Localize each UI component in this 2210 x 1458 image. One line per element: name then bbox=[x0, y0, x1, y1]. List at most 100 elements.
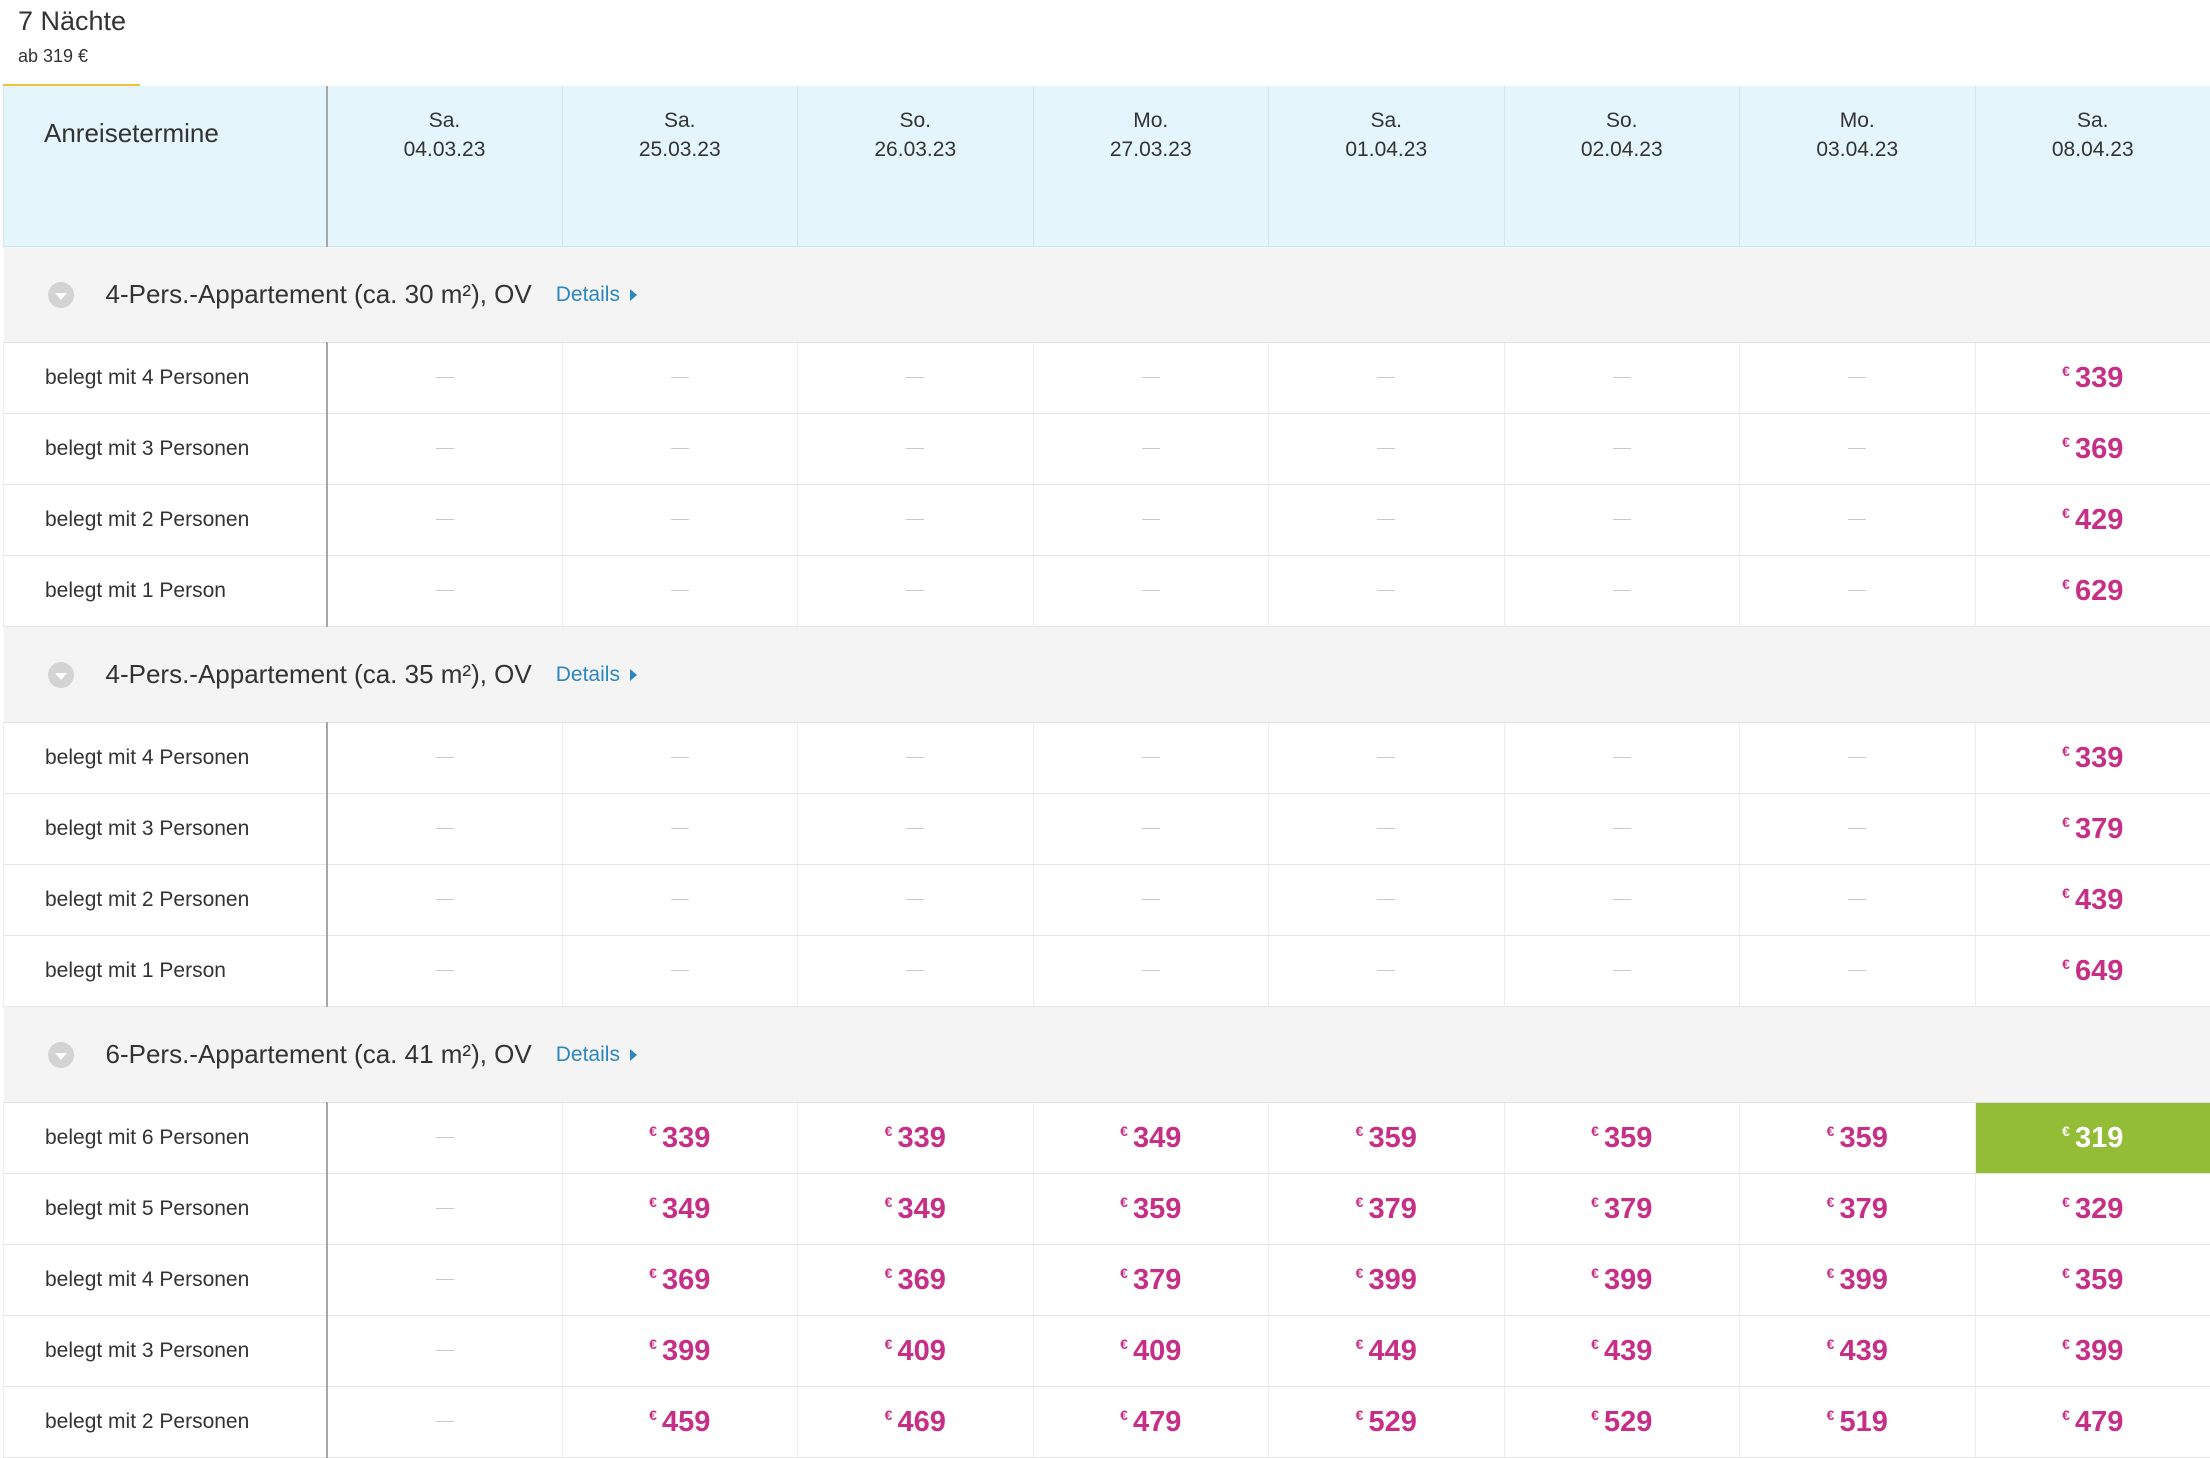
currency-symbol: € bbox=[2062, 576, 2070, 592]
details-link[interactable]: Details bbox=[556, 283, 637, 307]
currency-symbol: € bbox=[2062, 505, 2070, 521]
price-cell[interactable]: €469 bbox=[798, 1387, 1034, 1458]
price-cell[interactable]: €409 bbox=[798, 1316, 1034, 1387]
price-amount: 339 bbox=[662, 1122, 710, 1154]
nights-tab-title: 7 Nächte bbox=[18, 6, 126, 37]
price-cell[interactable]: €349 bbox=[798, 1174, 1034, 1245]
unavailable-cell bbox=[798, 343, 1034, 414]
occupancy-row: belegt mit 2 Personen€439 bbox=[4, 865, 2210, 936]
price-cell[interactable]: €359 bbox=[1740, 1103, 1976, 1174]
price-cell[interactable]: €449 bbox=[1269, 1316, 1505, 1387]
price-cell[interactable]: €369 bbox=[798, 1245, 1034, 1316]
price-cell[interactable]: €649 bbox=[1975, 936, 2210, 1007]
collapse-toggle-icon[interactable] bbox=[48, 282, 74, 308]
price-value: €379 bbox=[1120, 1264, 1181, 1296]
unavailable-cell bbox=[1504, 936, 1740, 1007]
price-amount: 409 bbox=[897, 1335, 945, 1367]
currency-symbol: € bbox=[1591, 1265, 1599, 1281]
currency-symbol: € bbox=[1827, 1123, 1835, 1139]
price-cell[interactable]: €439 bbox=[1975, 865, 2210, 936]
price-cell[interactable]: €359 bbox=[1033, 1174, 1269, 1245]
price-cell[interactable]: €459 bbox=[562, 1387, 798, 1458]
price-amount: 479 bbox=[1133, 1406, 1181, 1438]
price-value: €339 bbox=[649, 1122, 710, 1154]
dash-icon bbox=[1613, 377, 1631, 378]
price-cell[interactable]: €359 bbox=[1269, 1103, 1505, 1174]
occupancy-row: belegt mit 4 Personen€339 bbox=[4, 723, 2210, 794]
price-cell[interactable]: €329 bbox=[1975, 1174, 2210, 1245]
price-cell[interactable]: €409 bbox=[1033, 1316, 1269, 1387]
date-label: 26.03.23 bbox=[798, 135, 1033, 164]
dash-icon bbox=[1377, 448, 1395, 449]
price-amount: 369 bbox=[2075, 433, 2123, 465]
price-cell[interactable]: €339 bbox=[798, 1103, 1034, 1174]
price-cell[interactable]: €379 bbox=[1975, 794, 2210, 865]
dash-icon bbox=[671, 828, 689, 829]
dash-icon bbox=[1377, 519, 1395, 520]
price-amount: 379 bbox=[1368, 1193, 1416, 1225]
price-amount: 439 bbox=[1839, 1335, 1887, 1367]
price-cell[interactable]: €529 bbox=[1269, 1387, 1505, 1458]
price-cell[interactable]: €439 bbox=[1504, 1316, 1740, 1387]
price-cell[interactable]: €529 bbox=[1504, 1387, 1740, 1458]
occupancy-label: belegt mit 3 Personen bbox=[4, 414, 327, 485]
price-cell[interactable]: €369 bbox=[562, 1245, 798, 1316]
price-cell[interactable]: €349 bbox=[1033, 1103, 1269, 1174]
details-link[interactable]: Details bbox=[556, 663, 637, 687]
unavailable-cell bbox=[1269, 556, 1505, 627]
price-cell[interactable]: €629 bbox=[1975, 556, 2210, 627]
price-cell[interactable]: €369 bbox=[1975, 414, 2210, 485]
dash-icon bbox=[671, 519, 689, 520]
price-cell[interactable]: €359 bbox=[1504, 1103, 1740, 1174]
price-value: €379 bbox=[2062, 813, 2123, 845]
unavailable-cell bbox=[327, 1387, 563, 1458]
details-link[interactable]: Details bbox=[556, 1043, 637, 1067]
best-price-cell[interactable]: €319 bbox=[1975, 1103, 2210, 1174]
dash-icon bbox=[906, 590, 924, 591]
occupancy-row: belegt mit 1 Person€629 bbox=[4, 556, 2210, 627]
price-cell[interactable]: €399 bbox=[562, 1316, 798, 1387]
price-value: €409 bbox=[885, 1335, 946, 1367]
price-cell[interactable]: €379 bbox=[1033, 1245, 1269, 1316]
currency-symbol: € bbox=[649, 1123, 657, 1139]
dash-icon bbox=[906, 899, 924, 900]
price-cell[interactable]: €439 bbox=[1740, 1316, 1976, 1387]
price-cell[interactable]: €399 bbox=[1504, 1245, 1740, 1316]
price-amount: 629 bbox=[2075, 575, 2123, 607]
price-amount: 349 bbox=[662, 1193, 710, 1225]
price-cell[interactable]: €479 bbox=[1975, 1387, 2210, 1458]
price-amount: 359 bbox=[1368, 1122, 1416, 1154]
unavailable-cell bbox=[327, 556, 563, 627]
price-cell[interactable]: €399 bbox=[1740, 1245, 1976, 1316]
price-cell[interactable]: €399 bbox=[1269, 1245, 1505, 1316]
price-cell[interactable]: €519 bbox=[1740, 1387, 1976, 1458]
price-cell[interactable]: €339 bbox=[1975, 343, 2210, 414]
price-cell[interactable]: €349 bbox=[562, 1174, 798, 1245]
room-group-cell: 4-Pers.-Appartement (ca. 35 m²), OVDetai… bbox=[4, 627, 2210, 723]
price-cell[interactable]: €379 bbox=[1740, 1174, 1976, 1245]
price-cell[interactable]: €339 bbox=[562, 1103, 798, 1174]
price-amount: 529 bbox=[1368, 1406, 1416, 1438]
price-cell[interactable]: €429 bbox=[1975, 485, 2210, 556]
price-cell[interactable]: €379 bbox=[1504, 1174, 1740, 1245]
room-group-header: 4-Pers.-Appartement (ca. 35 m²), OVDetai… bbox=[4, 627, 2210, 723]
price-cell[interactable]: €479 bbox=[1033, 1387, 1269, 1458]
dash-icon bbox=[1142, 590, 1160, 591]
price-cell[interactable]: €359 bbox=[1975, 1245, 2210, 1316]
price-cell[interactable]: €379 bbox=[1269, 1174, 1505, 1245]
collapse-toggle-icon[interactable] bbox=[48, 1042, 74, 1068]
price-cell[interactable]: €399 bbox=[1975, 1316, 2210, 1387]
price-cell[interactable]: €339 bbox=[1975, 723, 2210, 794]
price-amount: 359 bbox=[1839, 1122, 1887, 1154]
unavailable-cell bbox=[1740, 485, 1976, 556]
dash-icon bbox=[1613, 970, 1631, 971]
collapse-toggle-icon[interactable] bbox=[48, 662, 74, 688]
dash-icon bbox=[436, 828, 454, 829]
weekday-label: So. bbox=[798, 86, 1033, 135]
currency-symbol: € bbox=[1827, 1265, 1835, 1281]
room-group-header: 4-Pers.-Appartement (ca. 30 m²), OVDetai… bbox=[4, 247, 2210, 343]
nights-tab[interactable]: 7 Nächte ab 319 € bbox=[0, 0, 2210, 86]
currency-symbol: € bbox=[1591, 1407, 1599, 1423]
unavailable-cell bbox=[1033, 485, 1269, 556]
unavailable-cell bbox=[562, 794, 798, 865]
